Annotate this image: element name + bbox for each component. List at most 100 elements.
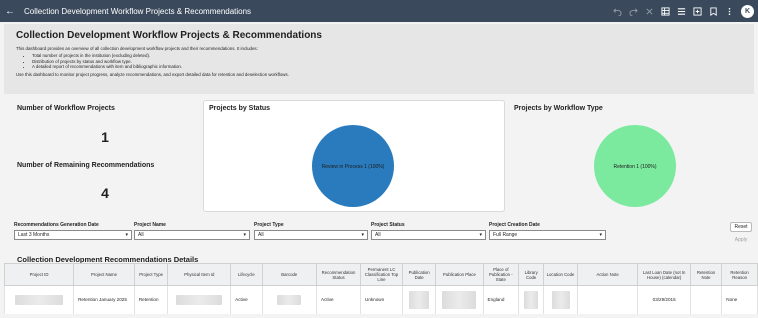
cell-recommendation-status: Active [316, 285, 362, 314]
top-bar: ← Collection Development Workflow Projec… [0, 0, 758, 22]
intro-heading: Collection Development Workflow Projects… [16, 30, 322, 41]
redacted-value [277, 294, 302, 305]
intro-bullet: A detailed report of recommendations wit… [32, 64, 742, 70]
status-chart-title: Projects by Status [209, 105, 271, 112]
kpi-remaining-value: 4 [101, 185, 109, 201]
cell-publication-state: England [482, 285, 520, 314]
project-status-select[interactable]: All ▾ [371, 230, 486, 240]
column-header[interactable]: Last Loan Date (not In House) (calendar) [637, 263, 691, 286]
filter-label: Project Status [371, 222, 405, 228]
page-title: Collection Development Workflow Projects… [24, 6, 252, 16]
column-header[interactable]: Barcode [261, 263, 318, 286]
cell-project-id [3, 285, 75, 314]
column-header[interactable]: Project Type [133, 263, 169, 286]
cell-location-code [543, 285, 578, 314]
status-pie-chart: Review in Process 1 (100%) [312, 125, 394, 207]
cell-project-name: Retention January 2025 [73, 285, 135, 314]
generation-date-select[interactable]: Last 3 Months ▾ [14, 230, 132, 240]
more-icon[interactable] [725, 7, 734, 16]
type-pie-chart: Retention 1 (100%) [594, 125, 676, 207]
pie-label-review-in-process: Review in Process 1 (100%) [322, 164, 385, 170]
column-header[interactable]: Retention Reason [721, 263, 758, 286]
filter-label: Project Name [134, 222, 166, 228]
column-header[interactable]: Library Code [518, 263, 545, 286]
filter-project-status: Project Status All ▾ [371, 222, 486, 240]
filter-bar: Recommendations Generation Date Last 3 M… [14, 222, 754, 244]
column-header[interactable]: Location Code [543, 263, 578, 286]
column-header[interactable]: Retention Note [689, 263, 723, 286]
avatar[interactable]: K [741, 4, 754, 18]
column-header[interactable]: Recommendation Status [316, 263, 362, 286]
project-name-select[interactable]: All ▾ [134, 230, 250, 240]
select-value: Full Range [493, 232, 518, 238]
redacted-value [442, 290, 477, 309]
redacted-value [524, 290, 539, 309]
cell-publication-date [401, 285, 437, 314]
kpi-projects-title: Number of Workflow Projects [17, 105, 115, 112]
intro-lead: This dashboard provides an overview of a… [16, 46, 258, 51]
select-value: All [375, 232, 381, 238]
cell-publication-place [435, 285, 484, 314]
cell-retention-reason: None [721, 285, 758, 314]
filter-label: Project Type [254, 222, 284, 228]
filter-project-name: Project Name All ▾ [134, 222, 250, 240]
cell-physical-item-id [167, 285, 232, 314]
pie-label-retention: Retention 1 (100%) [613, 164, 656, 170]
select-value: Last 3 Months [18, 232, 50, 238]
column-header[interactable]: Project Name [73, 263, 135, 286]
select-value: All [138, 232, 144, 238]
column-header[interactable]: Publication Date [401, 263, 437, 286]
intro-footer: Use this dashboard to monitor project pr… [16, 71, 289, 77]
chevron-down-icon: ▾ [125, 232, 128, 238]
export-icon[interactable] [693, 6, 702, 16]
cell-project-type: Retention [133, 285, 169, 314]
filter-label: Recommendations Generation Date [14, 222, 99, 228]
redacted-value [551, 290, 570, 309]
column-header[interactable]: Place of Publication - State [482, 263, 520, 286]
chevron-down-icon: ▾ [479, 232, 482, 238]
bookmark-icon[interactable] [709, 6, 718, 16]
reset-button[interactable]: Reset [730, 222, 752, 232]
cell-library-code [518, 285, 545, 314]
column-header[interactable]: Project ID [3, 263, 75, 286]
kpi-remaining-title: Number of Remaining Recommendations [17, 162, 155, 169]
table-row[interactable]: Retention January 2025 Retention Active … [3, 285, 758, 314]
redacted-value [176, 294, 223, 305]
list-view-icon[interactable] [677, 7, 686, 16]
cell-retention-note [689, 285, 723, 314]
filter-project-type: Project Type All ▾ [254, 222, 368, 240]
filter-creation-date: Project Creation Date Full Range ▾ [489, 222, 606, 240]
filter-generation-date: Recommendations Generation Date Last 3 M… [14, 222, 132, 240]
undo-icon[interactable] [613, 7, 622, 16]
type-chart-title: Projects by Workflow Type [514, 105, 603, 112]
chevron-down-icon: ▾ [599, 232, 602, 238]
redacted-value [15, 294, 64, 305]
creation-date-select[interactable]: Full Range ▾ [489, 230, 606, 240]
table-view-icon[interactable] [661, 6, 670, 16]
filter-label: Project Creation Date [489, 222, 540, 228]
cell-barcode [261, 285, 318, 314]
cell-lc-top-line: Unknown [360, 285, 403, 314]
column-header[interactable]: Physical Item Id [167, 263, 232, 286]
back-arrow-icon[interactable]: ← [0, 6, 20, 17]
column-header[interactable]: Lifecycle [230, 263, 263, 286]
chevron-down-icon: ▾ [243, 232, 246, 238]
redo-icon[interactable] [629, 7, 638, 16]
column-header[interactable]: Publication Place [435, 263, 484, 286]
toolbar: K [613, 0, 754, 22]
column-header[interactable]: Permanent LC Classification Top Line [360, 263, 403, 286]
cell-last-loan-date: 03/29/2015 [637, 285, 691, 314]
intro-bullets: Total number of projects in the institut… [32, 53, 742, 70]
chevron-down-icon: ▾ [361, 232, 364, 238]
apply-button[interactable]: Apply [730, 235, 752, 245]
select-value: All [258, 232, 264, 238]
column-header[interactable]: Action Note [576, 263, 639, 286]
intro-panel: Collection Development Workflow Projects… [4, 24, 754, 94]
project-type-select[interactable]: All ▾ [254, 230, 368, 240]
cell-lifecycle: Active [230, 285, 263, 314]
reset-view-icon[interactable] [645, 7, 654, 16]
cell-action-note [576, 285, 639, 314]
recommendations-table: Project ID Project Name Project Type Phy… [3, 263, 758, 314]
redacted-value [409, 290, 430, 309]
table-header-row: Project ID Project Name Project Type Phy… [3, 263, 758, 286]
